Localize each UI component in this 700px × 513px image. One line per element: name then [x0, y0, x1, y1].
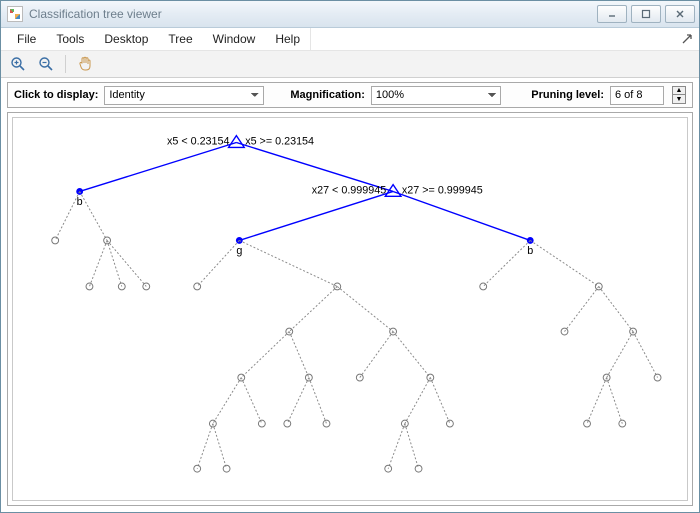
- split-label-2-left: x27 < 0.999945: [312, 184, 387, 196]
- pruned-subtree-right: [480, 240, 661, 427]
- pruning-level-spinner: ▲ ▼: [672, 86, 686, 104]
- zoom-in-button[interactable]: [7, 53, 29, 75]
- maximize-button[interactable]: [631, 5, 661, 23]
- pruned-subtree-left: [52, 191, 150, 289]
- split-label-2-right: x27 >= 0.999945: [402, 184, 483, 196]
- zoom-out-button[interactable]: [35, 53, 57, 75]
- pruning-down-button[interactable]: ▼: [672, 95, 686, 104]
- menu-help[interactable]: Help: [265, 28, 311, 50]
- toolbar-separator: [65, 55, 66, 73]
- menu-tools[interactable]: Tools: [46, 28, 94, 50]
- split-label-root-left: x5 < 0.23154: [167, 135, 230, 147]
- window-title: Classification tree viewer: [29, 7, 597, 21]
- pruning-level-label: Pruning level:: [531, 89, 604, 101]
- close-button[interactable]: [665, 5, 695, 23]
- magnification-label: Magnification:: [290, 89, 365, 101]
- window: Classification tree viewer File Tools De…: [0, 0, 700, 513]
- display-mode-label: Click to display:: [14, 89, 98, 101]
- window-buttons: [597, 5, 695, 23]
- pruning-up-button[interactable]: ▲: [672, 86, 686, 95]
- tree-plot-area: x5 < 0.23154 x5 >= 0.23154 b x27 < 0.999…: [12, 117, 688, 501]
- leaf-node-b[interactable]: [76, 188, 83, 195]
- toolbar: [1, 51, 699, 78]
- decision-node-2[interactable]: [385, 185, 401, 197]
- pruned-subtree-middle: [194, 240, 454, 472]
- controls-bar: Click to display: Identity Magnification…: [7, 82, 693, 108]
- leaf-label-g: g: [236, 245, 242, 257]
- leaf-label-b2: b: [527, 245, 533, 257]
- menubar: File Tools Desktop Tree Window Help: [1, 28, 699, 51]
- minimize-button[interactable]: [597, 5, 627, 23]
- display-mode-select[interactable]: Identity: [104, 86, 264, 105]
- leaf-label-b: b: [77, 196, 83, 208]
- menu-file[interactable]: File: [7, 28, 46, 50]
- decision-node-root[interactable]: [229, 136, 245, 148]
- dock-arrow-icon[interactable]: [681, 33, 693, 45]
- pan-button[interactable]: [74, 53, 96, 75]
- titlebar: Classification tree viewer: [1, 1, 699, 28]
- menu-tree[interactable]: Tree: [158, 28, 202, 50]
- matlab-icon: [7, 6, 23, 22]
- magnification-select[interactable]: 100%: [371, 86, 501, 105]
- pruning-level-value: 6 of 8: [610, 86, 664, 105]
- menu-desktop[interactable]: Desktop: [94, 28, 158, 50]
- tree-canvas[interactable]: x5 < 0.23154 x5 >= 0.23154 b x27 < 0.999…: [7, 112, 693, 506]
- split-label-root-right: x5 >= 0.23154: [245, 135, 314, 147]
- menu-window[interactable]: Window: [203, 28, 266, 50]
- tree-svg: x5 < 0.23154 x5 >= 0.23154 b x27 < 0.999…: [13, 118, 687, 500]
